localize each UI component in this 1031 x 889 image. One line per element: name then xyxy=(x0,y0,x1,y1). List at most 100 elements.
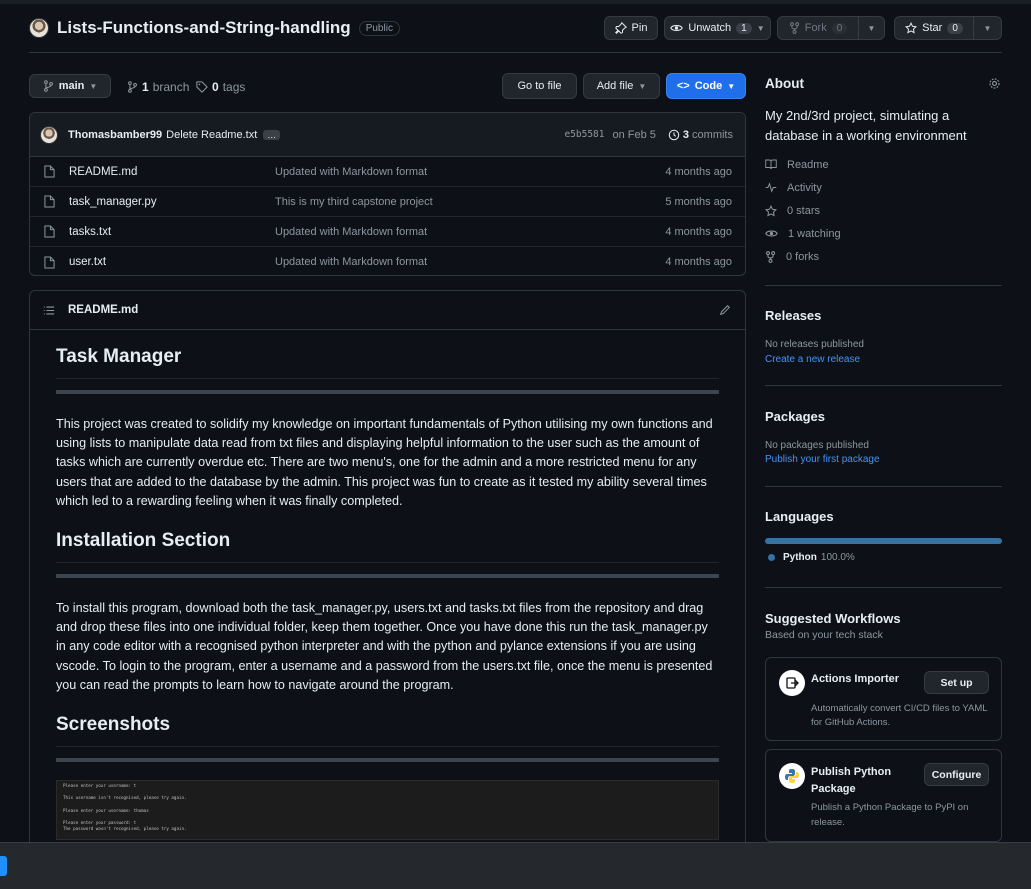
file-commit-message[interactable]: Updated with Markdown format xyxy=(275,166,427,178)
star-dropdown-button[interactable]: ▼ xyxy=(973,16,1002,40)
commit-expand-button[interactable]: … xyxy=(263,129,281,140)
author-avatar[interactable] xyxy=(40,125,58,144)
file-age: 4 months ago xyxy=(665,225,732,238)
stars-link-label: 0 stars xyxy=(787,204,821,217)
language-name: Python xyxy=(783,552,817,563)
star-icon xyxy=(765,204,777,216)
commits-label: commits xyxy=(692,128,733,141)
activity-link-label: Activity xyxy=(787,181,822,194)
commit-date: on Feb 5 xyxy=(612,128,656,141)
readme-link[interactable]: Readme xyxy=(765,153,1002,176)
commit-sha[interactable]: e5b5581 xyxy=(564,129,604,140)
horizontal-rule xyxy=(56,390,719,394)
configure-button[interactable]: Configure xyxy=(924,763,989,786)
branch-select[interactable]: main ▼ xyxy=(29,74,111,98)
app-launcher-icon[interactable] xyxy=(0,856,7,876)
file-age: 4 months ago xyxy=(665,165,732,178)
readme-paragraph: To install this program, download both t… xyxy=(56,601,713,692)
owner-avatar[interactable] xyxy=(29,18,49,38)
star-button[interactable]: Star 0 xyxy=(894,16,974,40)
file-age: 4 months ago xyxy=(665,256,732,268)
branches-label: branch xyxy=(152,80,190,94)
file-name[interactable]: tasks.txt xyxy=(69,226,111,238)
sidebar-divider xyxy=(765,587,1002,588)
stars-link[interactable]: 0 stars xyxy=(765,199,1002,222)
taskbar xyxy=(0,842,1031,889)
pin-button[interactable]: Pin xyxy=(604,16,658,40)
file-commit-message[interactable]: Updated with Markdown format xyxy=(275,256,427,268)
terminal-screenshot: Please enter your username: t This usern… xyxy=(56,780,719,841)
watching-link[interactable]: 1 watching xyxy=(765,222,1002,245)
workflows-heading: Suggested Workflows xyxy=(765,611,901,626)
chevron-down-icon: ▼ xyxy=(756,23,765,33)
file-commit-message[interactable]: This is my third capstone project xyxy=(275,196,433,208)
languages-heading: Languages xyxy=(765,509,834,524)
workflow-card: Publish Python Package Configure Publish… xyxy=(765,749,1002,842)
chevron-down-icon: ▼ xyxy=(727,81,736,91)
unwatch-button[interactable]: Unwatch 1 ▼ xyxy=(664,16,771,40)
forks-link[interactable]: 0 forks xyxy=(765,245,1002,268)
latest-commit: Thomasbamber99 Delete Readme.txt … e5b55… xyxy=(30,113,745,157)
file-age: 5 months ago xyxy=(665,195,732,208)
activity-link[interactable]: Activity xyxy=(765,176,1002,199)
language-dot-icon xyxy=(768,554,775,561)
readme-panel: README.md Task Manager This project was … xyxy=(29,290,746,850)
packages-heading[interactable]: Packages xyxy=(765,409,825,424)
add-file-button[interactable]: Add file ▼ xyxy=(583,73,660,99)
packages-empty-text: No packages published xyxy=(765,440,869,451)
fork-dropdown-button[interactable]: ▼ xyxy=(858,16,885,40)
commits-link[interactable]: 3 commits xyxy=(668,129,733,141)
repo-name[interactable]: Lists-Functions-and-String-handling xyxy=(57,18,351,38)
file-icon xyxy=(44,225,55,238)
repo-header: Lists-Functions-and-String-handling Publ… xyxy=(29,16,400,40)
file-name[interactable]: user.txt xyxy=(69,256,106,268)
language-item[interactable]: Python 100.0% xyxy=(768,552,855,563)
about-links: Readme Activity 0 stars 1 watching 0 for… xyxy=(765,153,1002,268)
workflow-description: Automatically convert CI/CD files to YAM… xyxy=(811,703,988,728)
pin-icon xyxy=(614,22,627,34)
tags-link[interactable]: 0 tags xyxy=(196,80,245,94)
terminal-line: The password wasn't recognised, please t… xyxy=(63,826,187,832)
readme-filename[interactable]: README.md xyxy=(68,304,138,316)
file-commit-message[interactable]: Updated with Markdown format xyxy=(275,226,427,238)
pencil-icon[interactable] xyxy=(719,304,731,316)
readme-heading: Task Manager xyxy=(56,346,719,379)
unwatch-label: Unwatch xyxy=(688,22,732,34)
file-row[interactable]: tasks.txt Updated with Markdown format 4… xyxy=(30,217,745,247)
about-description: My 2nd/3rd project, simulating a databas… xyxy=(765,108,967,143)
file-row[interactable]: user.txt Updated with Markdown format 4 … xyxy=(30,247,745,275)
sidebar-divider xyxy=(765,385,1002,386)
go-to-file-button[interactable]: Go to file xyxy=(502,73,577,99)
file-row[interactable]: README.md Updated with Markdown format 4… xyxy=(30,157,745,187)
tags-label: tags xyxy=(222,80,246,94)
setup-button[interactable]: Set up xyxy=(924,671,989,694)
file-name[interactable]: README.md xyxy=(69,166,137,178)
code-button[interactable]: <> Code ▼ xyxy=(666,73,746,99)
commit-message[interactable]: Delete Readme.txt xyxy=(166,129,257,141)
list-icon[interactable] xyxy=(43,305,55,316)
readme-link-label: Readme xyxy=(787,158,829,171)
code-label: Code xyxy=(694,80,723,92)
publish-package-link[interactable]: Publish your first package xyxy=(765,454,880,465)
workflow-card: Actions Importer Set up Automatically co… xyxy=(765,657,1002,741)
code-icon: <> xyxy=(676,80,690,92)
create-release-link[interactable]: Create a new release xyxy=(765,354,860,365)
readme-heading: Installation Section xyxy=(56,530,719,564)
branch-icon xyxy=(43,80,53,92)
gear-icon[interactable] xyxy=(988,77,1001,90)
file-icon xyxy=(44,165,55,178)
workflow-name: Publish Python Package xyxy=(811,766,892,795)
commit-author[interactable]: Thomasbamber99 xyxy=(68,129,162,141)
file-name[interactable]: task_manager.py xyxy=(69,196,157,208)
file-icon xyxy=(44,195,55,208)
star-icon xyxy=(905,22,918,34)
fork-button[interactable]: Fork 0 xyxy=(777,16,859,40)
chevron-down-icon: ▼ xyxy=(867,23,876,33)
branch-icon xyxy=(128,81,137,93)
fork-icon xyxy=(789,22,799,34)
file-row[interactable]: task_manager.py This is my third capston… xyxy=(30,187,745,217)
commits-count: 3 xyxy=(682,128,690,141)
releases-heading[interactable]: Releases xyxy=(765,308,821,323)
branches-link[interactable]: 1 branch xyxy=(127,80,189,94)
star-label: Star xyxy=(922,22,943,34)
